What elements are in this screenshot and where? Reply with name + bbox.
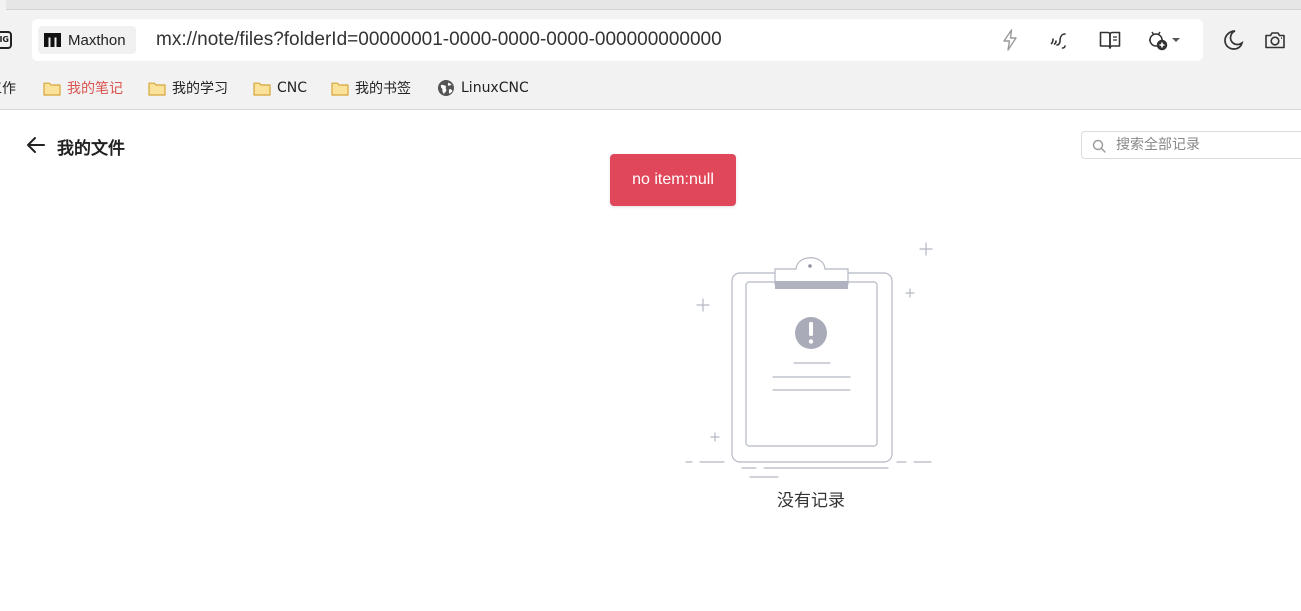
search-icon <box>1092 138 1106 153</box>
bookmarks-bar: 工作 我的笔记 我的学习 CNC 我的书签 <box>0 74 1301 102</box>
search-input[interactable] <box>1116 132 1296 158</box>
page-title: 我的文件 <box>57 139 125 159</box>
bookmark-my-notes[interactable]: 我的笔记 <box>43 77 123 99</box>
read-aloud-icon[interactable] <box>1048 28 1072 52</box>
browser-chrome: IG Maxthon mx://note/files?folderId=0000… <box>0 0 1301 110</box>
tab-strip[interactable] <box>6 0 1301 10</box>
bookmark-linuxcnc[interactable]: LinuxCNC <box>437 77 529 99</box>
url-text[interactable]: mx://note/files?folderId=00000001-0000-0… <box>156 29 722 51</box>
bookmark-work[interactable]: 工作 <box>0 77 16 99</box>
back-arrow-icon[interactable] <box>25 135 47 155</box>
extension-icon[interactable] <box>1146 28 1170 52</box>
maxthon-logo-icon <box>44 33 61 47</box>
bookmark-cnc[interactable]: CNC <box>253 77 307 99</box>
bookmark-my-study[interactable]: 我的学习 <box>148 77 228 99</box>
folder-icon <box>43 82 61 96</box>
empty-state-text: 没有记录 <box>777 491 845 511</box>
app-edge-icon[interactable]: IG <box>0 31 12 49</box>
globe-icon <box>438 80 454 96</box>
search-box[interactable] <box>1081 131 1301 159</box>
address-bar[interactable]: Maxthon mx://note/files?folderId=0000000… <box>32 19 1203 61</box>
bookmark-label: CNC <box>277 80 308 96</box>
dark-mode-icon[interactable] <box>1221 28 1245 52</box>
bookmark-label: LinuxCNC <box>461 80 529 96</box>
bolt-icon[interactable] <box>998 28 1022 52</box>
folder-icon <box>331 82 349 96</box>
bookmark-label: 我的笔记 <box>67 81 123 97</box>
screenshot-icon[interactable] <box>1263 28 1287 52</box>
bookmark-label: 我的学习 <box>172 81 228 97</box>
folder-icon <box>253 82 271 96</box>
error-toast: no item:null <box>610 154 736 206</box>
bookmark-label: 工作 <box>0 81 16 97</box>
site-chip-label: Maxthon <box>68 31 126 49</box>
reader-mode-icon[interactable] <box>1098 28 1122 52</box>
bookmark-my-bookmarks[interactable]: 我的书签 <box>331 77 411 99</box>
folder-icon <box>148 82 166 96</box>
site-chip[interactable]: Maxthon <box>38 26 136 54</box>
bookmark-label: 我的书签 <box>355 81 411 97</box>
empty-clipboard-illustration <box>685 242 933 478</box>
dropdown-caret-icon[interactable] <box>1170 28 1182 52</box>
